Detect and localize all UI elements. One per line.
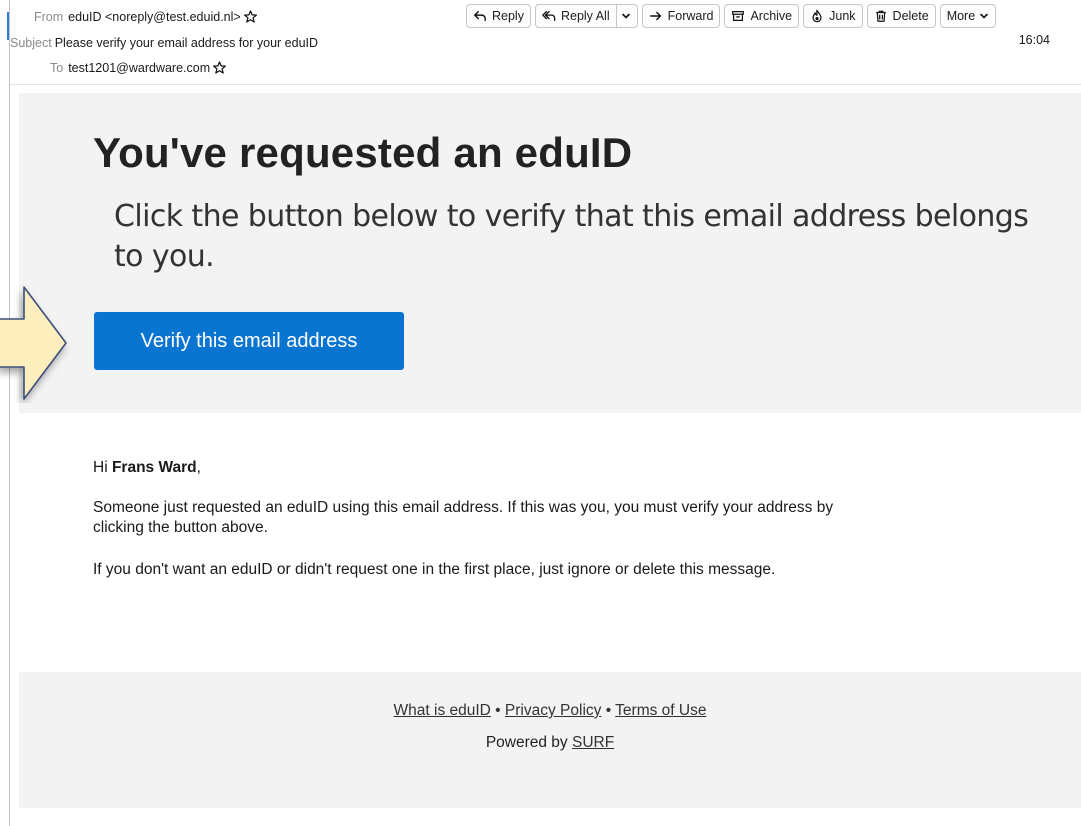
to-address[interactable]: test1201@wardware.com xyxy=(68,61,210,75)
junk-button[interactable]: Junk xyxy=(803,4,863,28)
subject-label: Subject xyxy=(10,36,52,50)
message-time: 16:04 xyxy=(1018,33,1050,47)
email-footer: What is eduID • Privacy Policy • Terms o… xyxy=(19,672,1081,808)
message-toolbar: Reply Reply All Forward Archive Junk Del… xyxy=(466,4,997,28)
header-divider xyxy=(10,84,1081,85)
archive-label: Archive xyxy=(750,9,793,23)
reply-all-label: Reply All xyxy=(560,9,610,23)
to-label: To xyxy=(50,61,64,75)
footer-separator: • xyxy=(490,702,505,719)
footer-separator: • xyxy=(601,702,616,719)
trash-icon xyxy=(875,10,886,22)
chevron-down-icon xyxy=(980,13,988,19)
subject-row: Subject Please verify your email address … xyxy=(10,36,318,50)
more-label: More xyxy=(946,9,976,23)
reply-all-button[interactable]: Reply All xyxy=(534,4,638,28)
terms-of-use-link[interactable]: Terms of Use xyxy=(615,702,706,719)
reply-label: Reply xyxy=(492,9,524,23)
from-address[interactable]: eduID <noreply@test.eduid.nl> xyxy=(68,10,241,24)
reply-button[interactable]: Reply xyxy=(466,4,531,28)
greeting: Hi Frans Ward, xyxy=(93,458,873,478)
from-label: From xyxy=(34,10,64,24)
callout-arrow-icon xyxy=(0,286,67,400)
delete-button[interactable]: Delete xyxy=(866,4,936,28)
privacy-policy-link[interactable]: Privacy Policy xyxy=(505,702,601,719)
reply-all-dropdown[interactable] xyxy=(615,5,631,27)
window-edge xyxy=(9,0,10,826)
greeting-suffix: , xyxy=(196,459,201,476)
body-paragraph-1: Someone just requested an eduID using th… xyxy=(93,499,834,536)
archive-button[interactable]: Archive xyxy=(724,4,800,28)
greeting-prefix: Hi xyxy=(93,459,112,476)
forward-icon xyxy=(649,11,661,21)
forward-button[interactable]: Forward xyxy=(641,4,721,28)
star-icon[interactable] xyxy=(213,61,227,74)
chevron-down-icon xyxy=(621,13,630,19)
what-is-eduid-link[interactable]: What is eduID xyxy=(394,702,491,719)
body-paragraph-2: If you don't want an eduID or didn't req… xyxy=(93,561,776,578)
footer-links: What is eduID • Privacy Policy • Terms o… xyxy=(19,702,1081,720)
delete-label: Delete xyxy=(892,9,929,23)
reply-all-icon xyxy=(542,10,556,22)
selection-accent xyxy=(7,12,9,40)
email-subtitle: Click the button below to verify that th… xyxy=(114,199,1029,274)
star-icon[interactable] xyxy=(243,10,257,23)
more-button[interactable]: More xyxy=(939,4,997,28)
verify-email-button[interactable]: Verify this email address xyxy=(94,312,404,370)
reply-icon xyxy=(474,10,486,22)
flame-icon xyxy=(812,9,822,23)
recipient-name: Frans Ward xyxy=(111,459,197,476)
email-hero: You've requested an eduID Click the butt… xyxy=(19,93,1081,413)
to-row: To test1201@wardware.com xyxy=(50,61,227,75)
powered-by-label: Powered by xyxy=(485,734,572,751)
from-row: From eduID <noreply@test.eduid.nl> xyxy=(34,10,257,24)
forward-label: Forward xyxy=(667,9,714,23)
archive-icon xyxy=(732,11,745,21)
surf-link[interactable]: SURF xyxy=(572,734,614,751)
subject-text: Please verify your email address for you… xyxy=(54,36,319,50)
powered-by: Powered by SURF xyxy=(19,734,1081,752)
junk-label: Junk xyxy=(829,9,856,23)
email-title: You've requested an eduID xyxy=(93,129,633,176)
